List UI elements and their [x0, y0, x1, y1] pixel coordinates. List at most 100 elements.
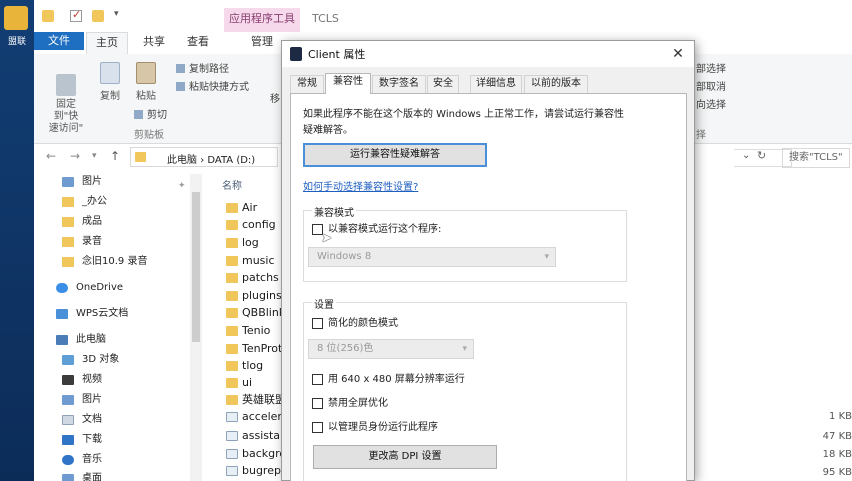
paste-shortcut-icon — [176, 82, 185, 91]
onedrive-cloud-icon — [56, 283, 68, 293]
folder-icon — [226, 344, 238, 354]
file-name: patchs — [242, 271, 279, 284]
folder-icon — [226, 395, 238, 405]
file-name: plugins — [242, 289, 282, 302]
nav-item-label: OneDrive — [76, 282, 124, 293]
checkbox-label: 以管理员身份运行此程序 — [328, 422, 438, 433]
nav-item-onedrive[interactable]: OneDrive — [56, 279, 206, 297]
game-client-desktop-icon[interactable] — [4, 6, 28, 30]
nav-item-label: 成品 — [82, 216, 102, 227]
breadcrumb-this-pc[interactable]: 此电脑 — [167, 155, 197, 166]
folder-icon — [135, 152, 146, 162]
pin-to-quick-access-button[interactable]: 固定到"快 速访问" — [44, 62, 88, 135]
folder-icon — [42, 10, 54, 22]
breadcrumb-data-drive[interactable]: DATA (D:) — [207, 155, 255, 166]
nav-pane-scrollbar[interactable] — [190, 174, 202, 481]
checkbox-box[interactable] — [312, 318, 323, 329]
file-name: 英雄联盟 — [242, 393, 286, 406]
file-size-text: 1 KB — [829, 411, 852, 422]
recent-locations-chevron-icon[interactable]: ▾ — [92, 151, 97, 161]
paste-button[interactable]: 粘贴 — [132, 62, 160, 102]
folder-icon — [226, 238, 238, 248]
address-input[interactable]: 此电脑 › DATA (D:) — [130, 147, 278, 167]
invert-selection-button[interactable]: 向选择 — [696, 96, 726, 111]
tab-general[interactable]: 常规 — [290, 75, 324, 93]
nav-item-label: WPS云文档 — [76, 308, 129, 319]
nav-item-label: 图片 — [82, 176, 102, 187]
properties-dialog: Client 属性 ✕ 常规 兼容性 数字签名 安全 详细信息 以前的版本 如果… — [281, 40, 695, 481]
tab-digital-signatures[interactable]: 数字签名 — [372, 75, 426, 93]
mouse-pointer-icon: ➤ — [321, 231, 332, 246]
tab-previous-versions[interactable]: 以前的版本 — [524, 75, 588, 93]
move-to-button-partial[interactable]: 移 — [270, 90, 280, 105]
properties-quick-access-icon[interactable] — [70, 8, 82, 22]
explorer-titlebar: ▾ 应用程序工具 TCLS — [34, 0, 852, 32]
client-app-icon — [290, 47, 302, 61]
tab-security[interactable]: 安全 — [427, 75, 459, 93]
application-tools-context-tab[interactable]: 应用程序工具 — [224, 8, 300, 32]
checkbox-box[interactable] — [312, 398, 323, 409]
select-group-label: 择 — [696, 130, 706, 141]
file-icon — [226, 466, 238, 476]
scrollbar-thumb[interactable] — [192, 192, 200, 342]
tab-view[interactable]: 查看 — [180, 32, 216, 54]
search-input[interactable]: 搜索"TCLS" — [782, 148, 850, 168]
nav-item-label: 文档 — [82, 414, 102, 425]
file-name: ui — [242, 376, 253, 389]
folder-icon — [226, 308, 238, 318]
chevron-down-icon: ⌄ — [742, 150, 751, 161]
tab-share[interactable]: 共享 — [136, 32, 172, 54]
desktop: 盟联 — [0, 0, 34, 481]
pictures-icon — [62, 177, 74, 187]
folder-icon — [62, 197, 74, 207]
dialog-titlebar: Client 属性 ✕ — [282, 41, 694, 67]
change-high-dpi-settings-button[interactable]: 更改高 DPI 设置 — [313, 445, 497, 469]
tab-compatibility[interactable]: 兼容性 — [325, 73, 371, 94]
checkbox-box[interactable] — [312, 422, 323, 433]
tab-file[interactable]: 文件 — [34, 32, 84, 50]
downloads-icon — [62, 435, 74, 445]
file-icon — [226, 412, 238, 422]
customize-quick-access-chevron-icon[interactable]: ▾ — [114, 9, 119, 19]
refresh-icon[interactable]: ↻ — [757, 149, 766, 162]
tab-home[interactable]: 主页 — [86, 32, 128, 54]
back-arrow-icon[interactable]: ← — [46, 149, 56, 163]
scissors-icon — [134, 110, 143, 119]
forward-arrow-icon[interactable]: → — [70, 149, 80, 163]
folder-icon — [62, 217, 74, 227]
run-compatibility-troubleshooter-button[interactable]: 运行兼容性疑难解答 — [303, 143, 487, 167]
copy-path-button[interactable]: 复制路径 — [176, 60, 229, 75]
paste-shortcut-label: 粘贴快捷方式 — [189, 82, 249, 93]
close-icon[interactable]: ✕ — [666, 43, 690, 65]
file-icon — [226, 449, 238, 459]
folder-icon — [226, 291, 238, 301]
color-mode-select[interactable]: 8 位(256)色 ▾ — [308, 339, 474, 359]
tab-details[interactable]: 详细信息 — [470, 75, 522, 93]
tab-manage[interactable]: 管理 — [244, 32, 280, 54]
file-size-text: 18 KB — [822, 449, 852, 460]
nav-item-this-pc[interactable]: 此电脑 — [56, 331, 206, 349]
copy-button[interactable]: 复制 — [96, 62, 124, 102]
documents-icon — [62, 415, 74, 425]
os-version-select[interactable]: Windows 8 ▾ — [308, 247, 556, 267]
breadcrumb: 此电脑 › DATA (D:) — [167, 151, 255, 166]
select-none-button[interactable]: 部取消 — [696, 78, 726, 93]
nav-item-label: 录音 — [82, 236, 102, 247]
folder-icon — [62, 257, 74, 267]
file-size-text: 95 KB — [822, 467, 852, 478]
up-arrow-icon[interactable]: ↑ — [110, 149, 120, 163]
cut-button[interactable]: 剪切 — [134, 106, 167, 121]
manual-compatibility-link[interactable]: 如何手动选择兼容性设置? — [303, 178, 418, 193]
file-name: QBBlink — [242, 306, 286, 319]
file-name: Tenio — [242, 324, 271, 337]
new-folder-quick-access-icon[interactable] — [92, 10, 104, 22]
checkbox-box[interactable] — [312, 374, 323, 385]
chevron-down-icon: ▾ — [462, 344, 467, 354]
nav-item-wps-cloud[interactable]: WPS云文档 — [56, 305, 206, 323]
file-name: backgro — [242, 447, 287, 460]
paste-shortcut-button[interactable]: 粘贴快捷方式 — [176, 78, 249, 93]
nav-item-label: 视频 — [82, 374, 102, 385]
folder-icon — [226, 326, 238, 336]
column-header-name[interactable]: 名称 — [222, 177, 242, 192]
select-all-button[interactable]: 部选择 — [696, 60, 726, 75]
